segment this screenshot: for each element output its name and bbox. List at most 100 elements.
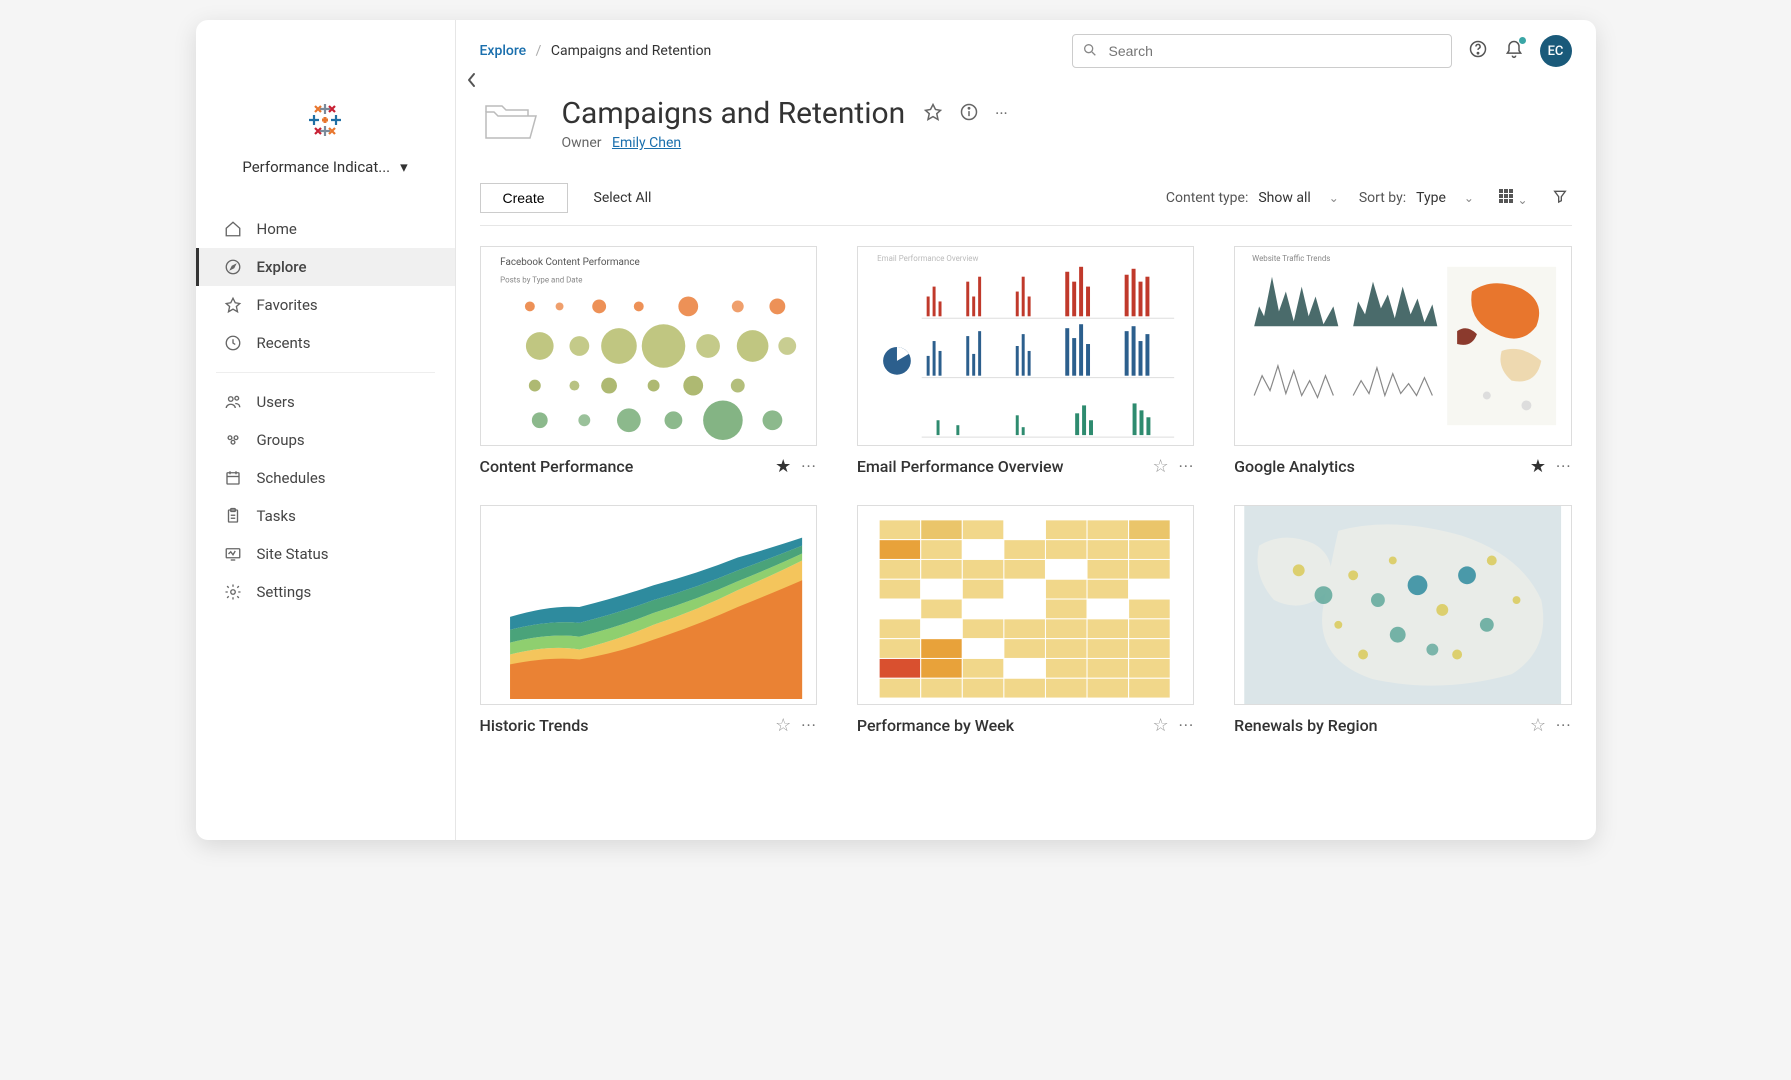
breadcrumb-root[interactable]: Explore [480,43,527,59]
card-title[interactable]: Google Analytics [1234,457,1520,476]
star-icon [223,296,243,314]
nav-label: Explore [257,258,307,276]
card-more-button[interactable]: ··· [1179,457,1195,476]
nav-label: Settings [257,583,312,601]
nav-label: Recents [257,334,311,352]
nav-site-status[interactable]: Site Status [196,535,455,573]
card-performance-by-week: Performance by Week ☆ ··· [857,505,1194,736]
search-icon [1082,42,1098,62]
content-type-label: Content type: [1166,190,1249,206]
nav-primary: Home Explore Favorites Recents [196,210,455,362]
clock-icon [223,334,243,352]
info-button[interactable] [959,102,979,126]
card-more-button[interactable]: ··· [1179,716,1195,735]
nav-label: Tasks [257,507,296,525]
nav-label: Users [257,393,295,411]
calendar-icon [223,469,243,487]
card-thumbnail[interactable] [857,505,1194,705]
gear-icon [223,583,243,601]
filter-button[interactable] [1548,188,1572,208]
collapse-sidebar-button[interactable] [466,72,478,92]
favorite-toggle[interactable]: ☆ [1152,715,1168,736]
card-thumbnail[interactable] [480,505,817,705]
search-input[interactable] [1072,34,1452,68]
chevron-down-icon: ⌄ [1464,191,1474,205]
compass-icon [223,258,243,276]
owner-link[interactable]: Emily Chen [612,135,681,151]
favorite-toggle[interactable]: ☆ [775,715,791,736]
chevron-down-icon: ⌄ [1517,193,1527,207]
card-thumbnail[interactable]: Website Traffic Trends [1234,246,1571,446]
nav-settings[interactable]: Settings [196,573,455,611]
card-title[interactable]: Email Performance Overview [857,457,1143,476]
topbar: Explore / Campaigns and Retention EC [456,20,1596,68]
site-selector-label: Performance Indicat... [242,158,390,176]
nav-label: Schedules [257,469,326,487]
card-more-button[interactable]: ··· [801,457,817,476]
nav-recents[interactable]: Recents [196,324,455,362]
sort-by-label: Sort by: [1359,190,1406,206]
help-button[interactable] [1468,39,1488,63]
card-more-button[interactable]: ··· [1556,457,1572,476]
content-type-dropdown[interactable]: Show all ⌄ [1254,186,1343,210]
svg-text:Website Traffic Trends: Website Traffic Trends [1252,254,1330,263]
toolbar: Create Select All Content type: Show all… [456,161,1596,225]
nav-label: Home [257,220,297,238]
favorite-toggle[interactable]: ☆ [1152,456,1168,477]
clipboard-icon [223,507,243,525]
svg-text:Facebook Content Performance: Facebook Content Performance [500,257,640,268]
nav-tasks[interactable]: Tasks [196,497,455,535]
main: Explore / Campaigns and Retention EC [456,20,1596,840]
card-title[interactable]: Historic Trends [480,716,766,735]
favorite-page-button[interactable] [923,102,943,126]
avatar[interactable]: EC [1540,35,1572,67]
card-more-button[interactable]: ··· [1556,716,1572,735]
nav-users[interactable]: Users [196,383,455,421]
card-google-analytics: Website Traffic Trends [1234,246,1571,477]
nav-favorites[interactable]: Favorites [196,286,455,324]
page-title-block: Campaigns and Retention ··· Owner [562,96,1572,151]
card-thumbnail[interactable]: Email Performance Overview [857,246,1194,446]
site-selector[interactable]: Performance Indicat... ▾ [196,158,455,176]
nav-schedules[interactable]: Schedules [196,459,455,497]
page-header: Campaigns and Retention ··· Owner [456,68,1596,161]
nav-divider [216,372,435,373]
card-title[interactable]: Content Performance [480,457,766,476]
notifications-button[interactable] [1504,39,1524,63]
more-actions-button[interactable]: ··· [995,104,1008,123]
card-more-button[interactable]: ··· [801,716,817,735]
sort-by-dropdown[interactable]: Type ⌄ [1412,186,1478,210]
card-email-performance: Email Performance Overview [857,246,1194,477]
favorite-toggle[interactable]: ☆ [1530,715,1546,736]
page-title: Campaigns and Retention [562,96,906,131]
monitor-icon [223,545,243,563]
view-mode-button[interactable]: ⌄ [1494,188,1532,208]
nav-label: Groups [257,431,305,449]
svg-text:Posts by Type and Date: Posts by Type and Date [500,276,582,285]
favorite-toggle[interactable]: ★ [775,456,791,477]
nav-groups[interactable]: Groups [196,421,455,459]
svg-text:Email Performance Overview: Email Performance Overview [877,254,978,263]
breadcrumb-current: Campaigns and Retention [551,43,711,59]
tableau-logo [196,100,455,140]
nav-label: Favorites [257,296,318,314]
nav-explore[interactable]: Explore [196,248,455,286]
groups-icon [223,431,243,449]
chevron-down-icon: ⌄ [1329,191,1339,205]
card-thumbnail[interactable]: Facebook Content Performance Posts by Ty… [480,246,817,446]
card-title[interactable]: Performance by Week [857,716,1143,735]
sidebar: Performance Indicat... ▾ Home Explore [196,20,456,840]
users-icon [223,393,243,411]
card-title[interactable]: Renewals by Region [1234,716,1520,735]
card-thumbnail[interactable] [1234,505,1571,705]
favorite-toggle[interactable]: ★ [1530,456,1546,477]
select-all-button[interactable]: Select All [594,190,652,206]
content-type-value: Show all [1258,190,1310,206]
nav-home[interactable]: Home [196,210,455,248]
folder-icon [480,98,540,150]
app-window: Performance Indicat... ▾ Home Explore [196,20,1596,840]
nav-admin: Users Groups Schedules Tasks [196,383,455,611]
create-button[interactable]: Create [480,183,568,213]
content-grid: Facebook Content Performance Posts by Ty… [456,226,1596,756]
notification-dot [1519,37,1526,44]
